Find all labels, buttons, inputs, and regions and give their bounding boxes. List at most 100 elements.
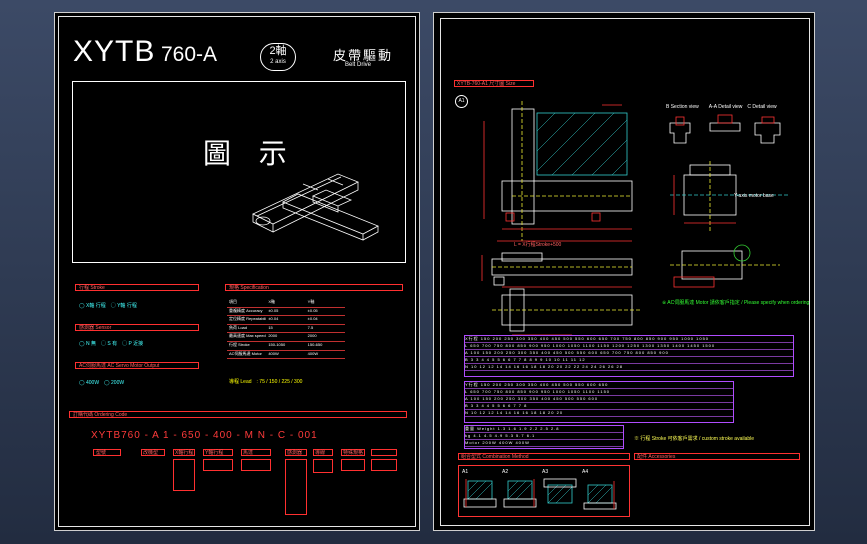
view-marker: A1: [455, 95, 468, 108]
table-row: kg 4.1 4.5 4.9 5.3 5.7 6.1: [465, 433, 623, 440]
dimension-table-y: Y行程 150 200 250 300 350 400 450 500 550 …: [464, 381, 734, 423]
sensor-section-title: 感測器 Sensor: [79, 325, 112, 331]
option-list: [341, 459, 365, 471]
spec-cell: 2000: [268, 333, 278, 339]
spec-cell: ±0.05: [268, 307, 279, 313]
end-view-drawing: [670, 161, 790, 231]
motor-detail-drawing: [670, 244, 780, 288]
spec-cell: 15: [268, 324, 273, 330]
combo-a4-icon: [583, 481, 617, 510]
end-view-label: Y-axis motor base: [734, 193, 774, 199]
stroke-x-option[interactable]: ◯ X軸 行程 ◯ Y軸 行程: [79, 302, 137, 309]
combination-section-title: 組合型式 Combination Method: [461, 454, 529, 460]
spec-cell: ±0.05: [307, 307, 318, 313]
option-list: [371, 459, 397, 471]
motor-section-title: AC伺服馬達 AC Servo Motor Output: [79, 363, 160, 369]
axis-count-en: 2 axis: [270, 59, 286, 65]
spec-cell: ±0.04: [268, 316, 279, 322]
spec-header-y: Y軸: [307, 299, 315, 304]
combo-a3-icon: [543, 478, 577, 504]
option-list: [285, 459, 307, 515]
order-field-label: Y軸行程: [205, 450, 224, 456]
stroke-dimension-label: L = X行程Stroke+500: [514, 242, 562, 248]
combo-label: A2: [502, 469, 509, 475]
right-drawing-sheet[interactable]: XYTB-760-A1 尺寸圖 Size A1 L = X行程Stroke+50…: [433, 12, 815, 531]
spec-table: 項目 X軸 Y軸 重複精度 Accuracy ±0.05 ±0.05 定位精度 Re…: [227, 299, 345, 360]
combo-label: A3: [542, 469, 549, 475]
top-view-drawing: [483, 101, 633, 242]
order-field-label: X軸行程: [175, 450, 194, 456]
combo-a1-icon: [463, 479, 497, 508]
table-row: A 100 150 200 250 300 350 400 450 500 55…: [465, 350, 793, 357]
combo-label: A1: [462, 469, 469, 475]
option-list: [241, 459, 271, 471]
spec-cell: 400W: [268, 350, 279, 356]
spec-header-item: 項目: [229, 299, 237, 304]
table-row: L 650 700 750 800 850 900 950 1000 1050 …: [465, 389, 733, 396]
left-drawing-sheet[interactable]: XYTB 760-A 2軸 2 axis 皮帶驅動 Belt Drive 圖 示: [54, 12, 420, 531]
motor-note: ※ AC伺服馬達 Motor 請依客戶指定 / Please specify w…: [662, 300, 810, 306]
model-number: 760-A: [161, 43, 218, 66]
table-row: X行程 150 200 250 300 350 400 450 500 550 …: [465, 336, 793, 343]
table-row: A 100 150 200 250 300 350 400 450 500 55…: [465, 396, 733, 403]
order-code: XYTB760 - A 1 - 650 - 400 - M N - C - 00…: [91, 430, 318, 441]
table-row: 最高速度 Max speed 2000 2000: [227, 333, 345, 342]
order-field-label: 特殊規格: [343, 450, 364, 456]
combo-label: A4: [582, 469, 589, 475]
sensor-option[interactable]: ◯ N 無 ◯ S 有 ◯ P 近接: [79, 340, 143, 347]
table-note: ※ 行程 Stroke 可依客戶需求 / custom stroke avail…: [634, 436, 755, 442]
table-row: Motor 200W 400W 400W: [465, 440, 623, 447]
table-row: 定位精度 Repeatability ±0.04 ±0.04: [227, 316, 345, 325]
combo-a2-icon: [503, 479, 537, 508]
table-row: N 10 12 12 14 14 16 16 18 18 20 20: [465, 410, 733, 417]
table-row: N 10 12 12 14 14 16 16 18 18 20 20 22 22…: [465, 364, 793, 371]
spec-cell: 400W: [307, 350, 319, 356]
spec-cell: 最高速度 Max speed: [229, 333, 266, 339]
table-row: AC伺服馬達 Motor 400W 400W: [227, 351, 345, 360]
order-field-label: 感測器: [287, 450, 303, 456]
section-detail-drawings: [669, 114, 781, 144]
combo-option-a2[interactable]: A2: [502, 469, 538, 513]
axis-count: 2軸: [269, 45, 287, 57]
drive-type-en: Belt Drive: [345, 62, 372, 68]
option-list: [313, 459, 333, 473]
option-list: [173, 459, 195, 491]
order-field-box: [371, 449, 397, 456]
spec-cell: 2000: [307, 333, 317, 339]
spec-note: 導程 Lead : 75 / 150 / 225 / 300: [229, 379, 303, 385]
spec-cell: 150-1050: [268, 341, 286, 347]
spec-cell: 7.5: [307, 324, 314, 330]
table-row: Y行程 150 200 250 300 350 400 450 500 550 …: [465, 382, 733, 389]
model-title: XYTB: [73, 35, 156, 68]
dimension-table-x: X行程 150 200 250 300 350 400 450 500 550 …: [464, 335, 794, 377]
detail-title: B Section view A-A Detail view C Detail …: [666, 104, 777, 110]
figure-box: 圖 示: [72, 81, 406, 263]
spec-cell: 行程 Stroke: [229, 341, 250, 347]
spec-cell: ±0.04: [307, 316, 318, 322]
combo-option-a1[interactable]: A1: [462, 469, 498, 513]
spec-header-row: 項目 X軸 Y軸: [227, 299, 345, 308]
spec-section-title: 規格 Specification: [229, 285, 269, 291]
size-section-title: XYTB-760-A1 尺寸圖 Size: [457, 81, 516, 87]
ordering-section-title: 訂購代碼 Ordering Code: [73, 412, 128, 418]
option-list: [203, 459, 233, 471]
spec-cell: AC伺服馬達 Motor: [229, 350, 262, 356]
motor-option[interactable]: ◯ 400W ◯ 200W: [79, 379, 124, 386]
order-field-label: 改機型: [143, 450, 159, 456]
order-field-label: 馬達: [243, 450, 254, 456]
spec-cell: 負荷 Load: [229, 324, 248, 330]
table-row: 重量 Weight 1.3 1.6 1.9 2.2 2.5 2.8: [465, 426, 623, 433]
axis-badge: 2軸 2 axis: [260, 43, 296, 71]
dimension-table-extra: 重量 Weight 1.3 1.6 1.9 2.2 2.5 2.8 kg 4.1…: [464, 425, 624, 449]
table-row: B 3 3 4 4 5 5 6 6 7 7 8 8 9 9 10 10 11 1…: [465, 357, 793, 364]
spec-cell: 150-650: [307, 341, 323, 347]
combo-option-a4[interactable]: A4: [582, 469, 618, 513]
table-row: 行程 Stroke 150-1050 150-650: [227, 342, 345, 351]
order-field-label: 導線: [315, 450, 326, 456]
spec-cell: 定位精度 Repeatability: [229, 316, 267, 322]
accessories-section-title: 配件 Accessories: [637, 454, 676, 460]
stroke-section-title: 行程 Stroke: [79, 285, 105, 291]
combo-option-a3[interactable]: A3: [542, 469, 578, 513]
table-row: 負荷 Load 15 7.5: [227, 325, 345, 334]
order-field-label: 型號: [96, 450, 107, 456]
